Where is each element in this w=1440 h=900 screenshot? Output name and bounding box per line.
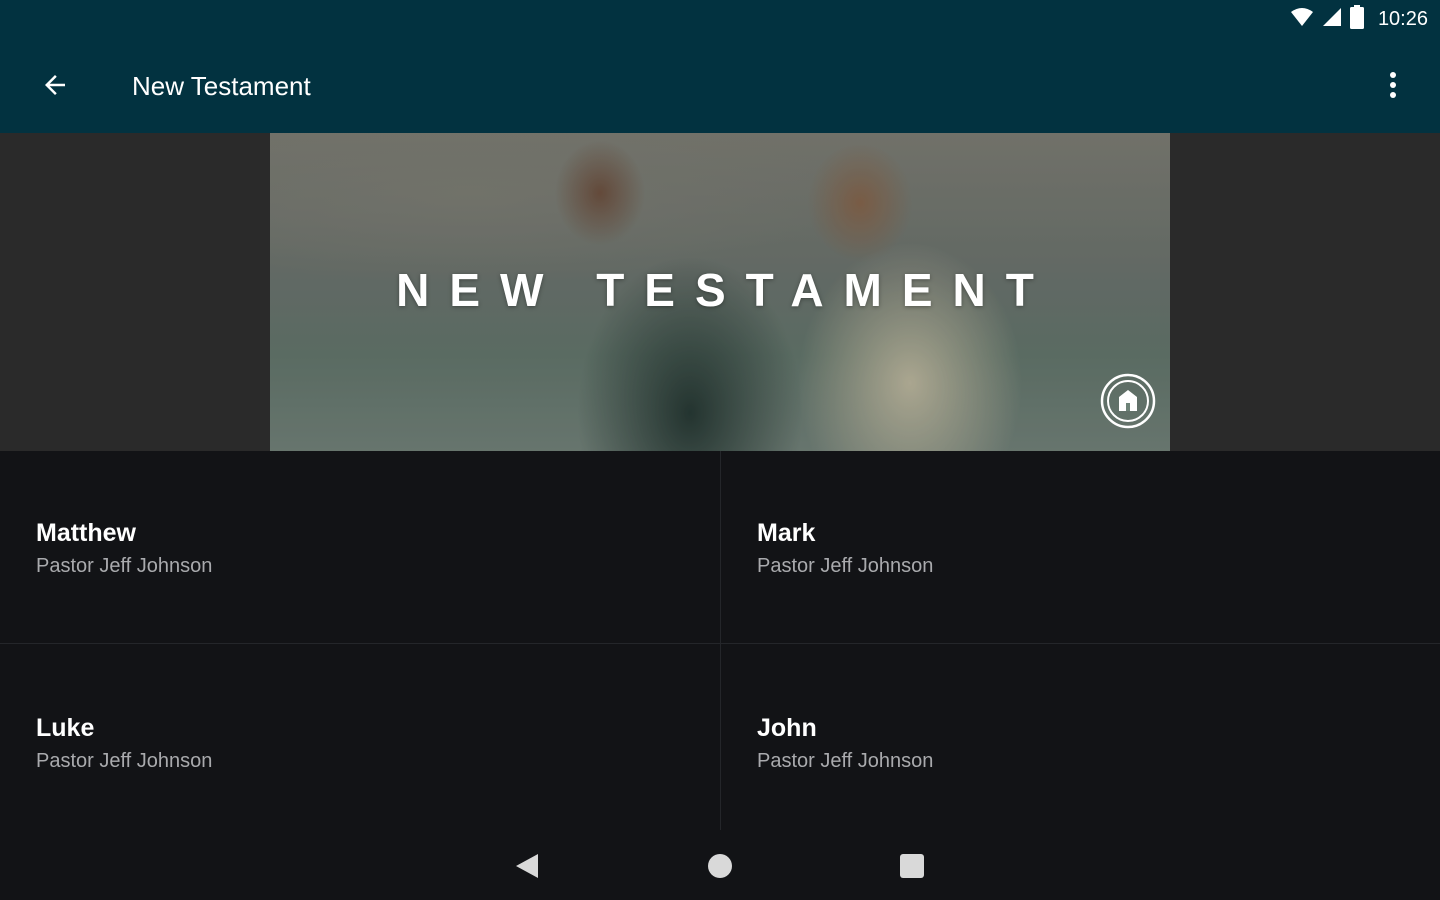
series-item-title: John: [757, 714, 817, 742]
series-item-title: Mark: [757, 519, 816, 547]
nav-recents-icon: [900, 854, 924, 878]
church-logo-icon: [1100, 373, 1156, 429]
series-item-speaker: Pastor Jeff Johnson: [36, 750, 213, 772]
status-bar: 10:26: [0, 0, 1440, 38]
page-title: New Testament: [132, 71, 311, 101]
grid-divider-horizontal: [0, 643, 1440, 644]
system-nav-bar: [0, 830, 1440, 900]
arrow-back-icon: [45, 75, 65, 95]
banner-title: NEW TESTAMENT: [396, 264, 1054, 316]
series-item-luke[interactable]: Luke Pastor Jeff Johnson: [0, 644, 719, 838]
series-item-mark[interactable]: Mark Pastor Jeff Johnson: [721, 451, 1440, 645]
series-item-john[interactable]: John Pastor Jeff Johnson: [721, 644, 1440, 838]
series-item-title: Matthew: [36, 519, 136, 547]
nav-recents-button[interactable]: [890, 844, 934, 888]
battery-icon: [1349, 4, 1364, 34]
series-item-title: Luke: [36, 714, 95, 742]
more-vert-icon: [1390, 72, 1396, 98]
series-banner-image: NEW TESTAMENT: [270, 133, 1170, 451]
nav-back-icon: [516, 854, 538, 878]
status-icons: 10:26: [1290, 4, 1428, 34]
nav-home-button[interactable]: [698, 844, 742, 888]
nav-back-button[interactable]: [505, 844, 549, 888]
back-button[interactable]: [32, 62, 78, 108]
wifi-icon: [1290, 6, 1314, 33]
overflow-menu-button[interactable]: [1370, 62, 1416, 108]
series-item-speaker: Pastor Jeff Johnson: [757, 555, 934, 577]
status-time: 10:26: [1377, 7, 1428, 30]
nav-home-icon: [708, 854, 732, 878]
app-bar: New Testament: [0, 38, 1440, 133]
banner-area: NEW TESTAMENT: [0, 133, 1440, 451]
series-item-speaker: Pastor Jeff Johnson: [36, 555, 213, 577]
series-item-speaker: Pastor Jeff Johnson: [757, 750, 934, 772]
signal-icon: [1322, 6, 1342, 33]
series-item-matthew[interactable]: Matthew Pastor Jeff Johnson: [0, 451, 719, 645]
grid-divider-vertical: [720, 451, 721, 831]
